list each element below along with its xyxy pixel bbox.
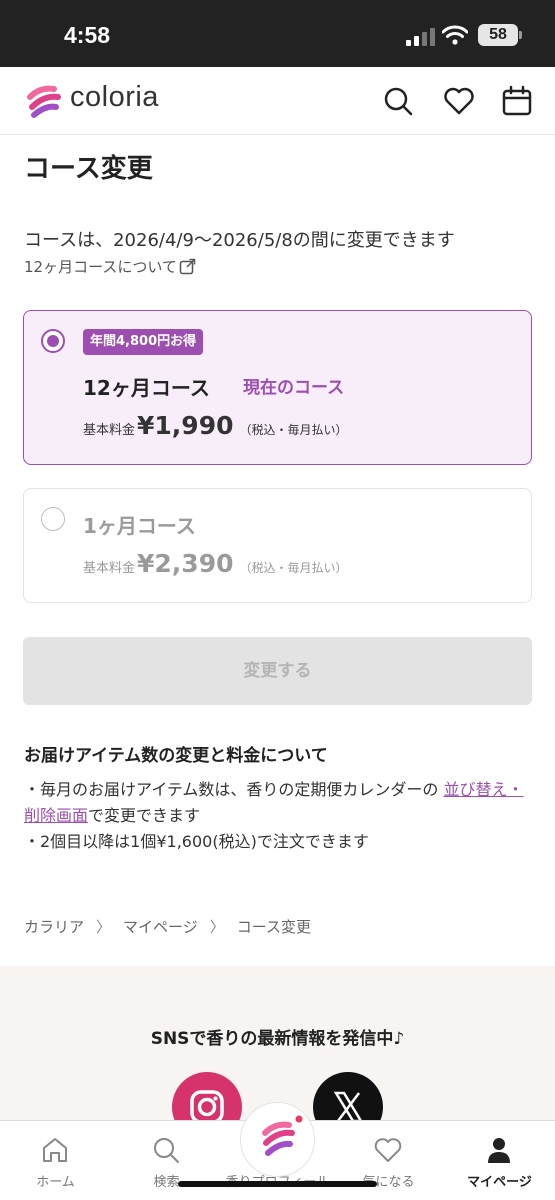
plan-radio-12-month[interactable] — [41, 329, 65, 353]
status-bar: 4:58 58 — [0, 0, 555, 67]
plan-price: 基本料金¥1,990 （税込・毎月払い） — [83, 411, 348, 440]
page-title: コース変更 — [24, 154, 153, 184]
battery-tip — [519, 31, 522, 39]
tab-home[interactable]: ホーム — [0, 1121, 111, 1200]
price-value: ¥2,390 — [137, 549, 234, 578]
heart-icon[interactable] — [443, 85, 475, 117]
home-icon — [43, 1138, 67, 1162]
sns-title: SNSで香りの最新情報を発信中♪ — [150, 1029, 405, 1049]
item-change-section-title: お届けアイテム数の変更と料金について — [24, 746, 328, 766]
battery-level: 58 — [478, 24, 518, 46]
change-period-notice: コースは、2026/4/9〜2026/5/8の間に変更できます — [24, 230, 455, 251]
plan-card-12-month[interactable]: 年間4,800円お得 12ヶ月コース 現在のコース 基本料金¥1,990 （税込・… — [23, 310, 532, 465]
signal-icon — [406, 28, 435, 46]
info-line-1: ・毎月のお届けアイテム数は、香りの定期便カレンダーの 並び替え・削除画面で変更で… — [24, 777, 529, 829]
external-link-icon — [179, 258, 196, 275]
about-course-link[interactable]: 12ヶ月コースについて — [24, 256, 196, 277]
heart-icon — [374, 1138, 402, 1162]
plan-radio-1-month[interactable] — [41, 507, 65, 531]
plan-card-1-month[interactable]: 1ヶ月コース 基本料金¥2,390 （税込・毎月払い） — [23, 488, 532, 603]
tab-favorites[interactable]: 気になる — [333, 1121, 444, 1200]
breadcrumb-current: コース変更 — [236, 918, 312, 936]
search-icon[interactable] — [382, 85, 414, 117]
search-icon — [154, 1138, 179, 1163]
person-icon — [488, 1138, 510, 1163]
wifi-icon — [442, 25, 468, 45]
tab-label: ホーム — [36, 1175, 75, 1190]
plan-price: 基本料金¥2,390 （税込・毎月払い） — [83, 549, 348, 578]
breadcrumb-mypage[interactable]: マイページ — [123, 918, 198, 936]
brand-name[interactable]: coloria — [70, 81, 159, 114]
price-label: 基本料金 — [83, 423, 136, 438]
info-line-2: ・2個目以降は1個¥1,600(税込)で注文できます — [24, 832, 369, 851]
plan-name: 12ヶ月コース — [83, 376, 210, 400]
coloria-logo-icon[interactable] — [26, 83, 62, 119]
breadcrumb: カラリア〉マイページ〉コース変更 — [24, 916, 311, 937]
home-indicator — [178, 1181, 377, 1187]
change-course-button[interactable]: 変更する — [23, 637, 532, 705]
calendar-icon[interactable] — [501, 85, 533, 117]
status-time: 4:58 — [64, 22, 111, 48]
plan-name: 1ヶ月コース — [83, 514, 196, 538]
coloria-logo-icon — [262, 1115, 303, 1156]
current-plan-label: 現在のコース — [243, 378, 345, 398]
info-line-1-suffix: で変更できます — [88, 806, 201, 825]
price-label: 基本料金 — [83, 561, 136, 576]
chevron-right-icon: 〉 — [209, 918, 225, 936]
tab-search[interactable]: 検索 — [111, 1121, 222, 1200]
scent-profile-button[interactable] — [240, 1102, 315, 1177]
site-header: coloria — [0, 67, 555, 135]
price-note: （税込・毎月払い） — [239, 423, 348, 437]
item-change-info: ・毎月のお届けアイテム数は、香りの定期便カレンダーの 並び替え・削除画面で変更で… — [24, 777, 529, 855]
breadcrumb-home[interactable]: カラリア — [24, 918, 84, 936]
price-note: （税込・毎月払い） — [239, 561, 348, 575]
tab-label: マイページ — [467, 1175, 532, 1190]
about-course-link-label: 12ヶ月コースについて — [24, 258, 177, 276]
tab-mypage[interactable]: マイページ — [444, 1121, 555, 1200]
chevron-right-icon: 〉 — [96, 918, 112, 936]
price-value: ¥1,990 — [137, 411, 234, 440]
savings-badge: 年間4,800円お得 — [83, 329, 204, 355]
info-line-1-text: ・毎月のお届けアイテム数は、香りの定期便カレンダーの — [24, 780, 439, 799]
